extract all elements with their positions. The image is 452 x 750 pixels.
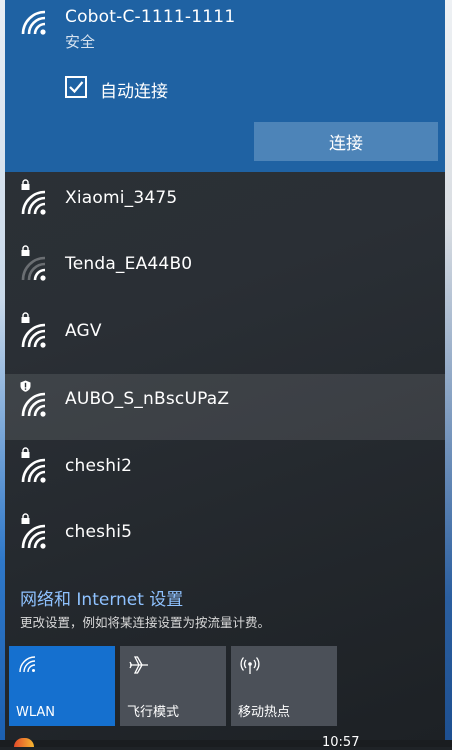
network-list-item[interactable]: Tenda_EA44B0 [5, 238, 445, 304]
desktop-background-right [444, 0, 452, 747]
network-name: Xiaomi_3475 [65, 188, 178, 208]
wifi-icon [19, 656, 36, 673]
wifi-signal-icon [21, 10, 46, 35]
network-settings-link[interactable]: 网络和 Internet 设置 [20, 585, 183, 610]
airplane-icon [129, 656, 148, 674]
network-list-item[interactable]: cheshi2 [5, 440, 445, 506]
network-name: AUBO_S_nBscUPaZ [65, 389, 230, 409]
network-list-item[interactable]: AGV [5, 305, 445, 371]
tile-label: 飞行模式 [127, 705, 180, 720]
tile-label: WLAN [16, 705, 56, 720]
selected-network-panel[interactable]: Cobot-C-1111-1111 安全 自动连接 连接 [5, 0, 445, 172]
wifi-weak-signal-icon [21, 256, 46, 281]
network-name: AGV [65, 321, 102, 341]
taskbar-clock[interactable]: 10:57 [322, 735, 359, 750]
network-flyout: Cobot-C-1111-1111 安全 自动连接 连接 Xiaomi_3475 [5, 0, 445, 740]
wifi-signal-icon [21, 323, 46, 348]
wifi-signal-icon [21, 524, 46, 549]
auto-connect-label[interactable]: 自动连接 [100, 77, 168, 102]
wifi-signal-icon [21, 190, 46, 215]
network-name: cheshi5 [65, 522, 133, 542]
airplane-mode-tile[interactable]: 飞行模式 [120, 646, 226, 726]
connect-button[interactable]: 连接 [254, 122, 438, 161]
network-list-item[interactable]: Xiaomi_3475 [5, 172, 445, 238]
taskbar-app-icon[interactable] [14, 738, 34, 747]
mobile-hotspot-tile[interactable]: 移动热点 [231, 646, 337, 726]
wifi-signal-icon [21, 458, 46, 483]
tile-label: 移动热点 [238, 705, 291, 720]
network-list-item[interactable]: cheshi5 [5, 506, 445, 572]
taskbar [0, 740, 452, 747]
wifi-signal-icon [21, 392, 46, 417]
network-name: cheshi2 [65, 456, 133, 476]
hotspot-icon [240, 657, 260, 674]
wlan-toggle-tile[interactable]: WLAN [9, 646, 115, 726]
checkmark-icon [69, 81, 84, 94]
network-security-status: 安全 [65, 33, 96, 51]
auto-connect-checkbox[interactable] [65, 76, 87, 98]
network-settings-description: 更改设置，例如将某连接设置为按流量计费。 [20, 615, 271, 630]
network-list-item[interactable]: AUBO_S_nBscUPaZ [5, 374, 445, 440]
network-name: Tenda_EA44B0 [65, 254, 193, 274]
network-name: Cobot-C-1111-1111 [65, 7, 236, 27]
